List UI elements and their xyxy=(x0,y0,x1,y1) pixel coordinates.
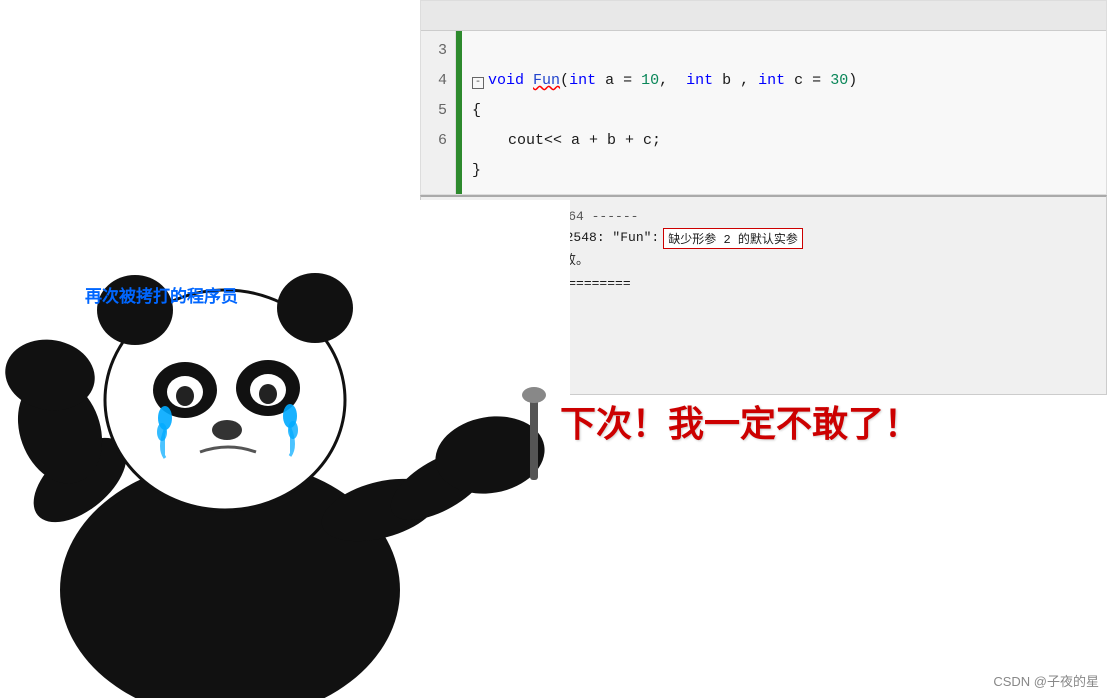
panda-meme-area: 再次被拷打的程序员 xyxy=(0,200,570,698)
next-time-text: 下次！我一定不敢了！ xyxy=(560,395,920,447)
line-numbers: 3 4 5 6 xyxy=(421,31,456,195)
code-line-area: 3 4 5 6 -void Fun(int a = 10, int b , in… xyxy=(421,31,1106,195)
code-editor-panel: 3 4 5 6 -void Fun(int a = 10, int b , in… xyxy=(420,0,1107,195)
code-content: -void Fun(int a = 10, int b , int c = 30… xyxy=(462,31,867,195)
panda-illustration xyxy=(0,200,570,698)
collapse-icon[interactable]: - xyxy=(472,77,484,89)
code-line-top xyxy=(421,1,1106,31)
code-line-5: cout<< a + b + c; xyxy=(472,132,661,149)
beaten-programmer-label: 再次被拷打的程序员 xyxy=(85,282,238,307)
panda-container: 再次被拷打的程序员 xyxy=(0,200,570,698)
error-highlight-box: 缺少形参 2 的默认实参 xyxy=(663,228,803,249)
csdn-watermark: CSDN @子夜的星 xyxy=(993,671,1099,690)
code-line-3: -void Fun(int a = 10, int b , int c = 30… xyxy=(472,72,857,89)
code-line-4: { xyxy=(472,102,481,119)
code-line-6: } xyxy=(472,162,481,179)
